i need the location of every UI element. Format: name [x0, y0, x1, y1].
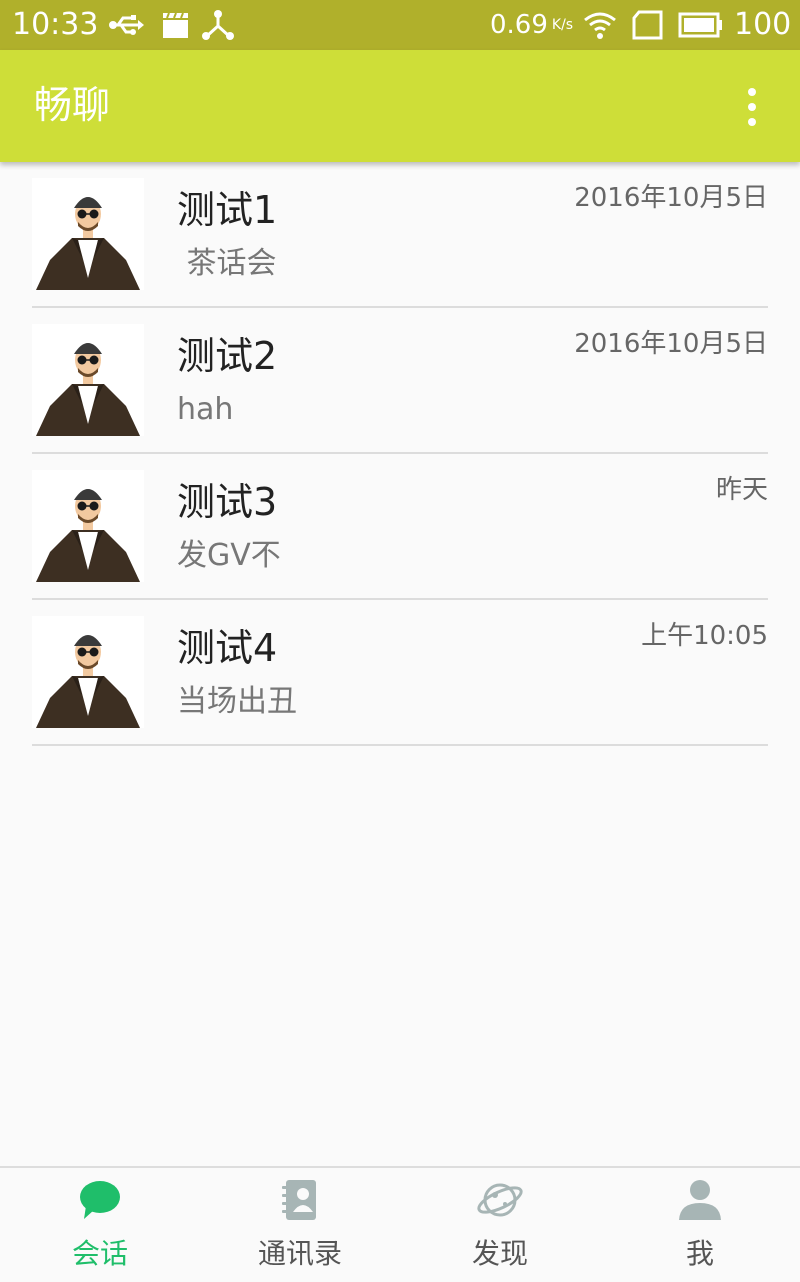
status-bar: 10:33 0.69 K/s 100 — [0, 0, 800, 50]
sim-card-icon — [632, 10, 663, 40]
usb-icon — [109, 15, 144, 35]
conversation-preview: 茶话会 — [177, 246, 277, 281]
app-title: 畅聊 — [34, 83, 111, 127]
person-icon — [679, 1180, 721, 1220]
conversation-time: 2016年10月5日 — [574, 183, 768, 213]
nav-label: 我 — [685, 1237, 714, 1270]
contacts-book-icon — [282, 1180, 316, 1220]
conversation-name: 测试4 — [177, 626, 278, 670]
bottom-navigation: 会话 通讯录 发现 我 — [0, 1166, 800, 1282]
nav-item-me[interactable]: 我 — [600, 1168, 800, 1282]
conversation-name: 测试3 — [177, 480, 278, 524]
app-bar: 畅聊 — [0, 50, 800, 162]
overflow-menu-button[interactable] — [730, 80, 774, 136]
more-vertical-icon — [748, 88, 756, 126]
conversation-preview: hah — [177, 392, 234, 427]
wifi-icon — [584, 12, 616, 39]
clapper-icon — [163, 12, 188, 38]
conversation-item[interactable]: 测试3 发GV不 昨天 — [0, 454, 800, 600]
conversation-preview: 发GV不 — [177, 538, 281, 573]
nav-label: 发现 — [471, 1237, 528, 1270]
nav-label: 会话 — [71, 1237, 128, 1270]
avatar — [32, 178, 144, 290]
conversation-name: 测试2 — [177, 334, 278, 378]
network-speed-unit: K/s — [551, 17, 574, 33]
conversation-item[interactable]: 测试1 茶话会 2016年10月5日 — [0, 162, 800, 308]
nav-item-discover[interactable]: 发现 — [400, 1168, 600, 1282]
nav-item-chats[interactable]: 会话 — [0, 1168, 200, 1282]
conversation-item[interactable]: 测试4 当场出丑 上午10:05 — [0, 600, 800, 746]
avatar — [32, 324, 144, 436]
nav-label: 通讯录 — [257, 1237, 342, 1270]
conversation-list: 测试1 茶话会 2016年10月5日 测试2 hah 2016年10月5日 测试… — [0, 162, 800, 746]
conversation-time: 上午10:05 — [641, 621, 768, 651]
conversation-item[interactable]: 测试2 hah 2016年10月5日 — [0, 308, 800, 454]
avatar-illustration — [36, 489, 140, 582]
avatar-illustration — [36, 197, 140, 290]
share-hub-icon — [202, 10, 234, 40]
battery-icon — [678, 12, 722, 38]
conversation-time: 2016年10月5日 — [574, 329, 768, 359]
status-time: 10:33 — [12, 7, 99, 42]
avatar — [32, 470, 144, 582]
avatar-illustration — [36, 343, 140, 436]
conversation-preview: 当场出丑 — [177, 684, 297, 719]
divider — [32, 744, 768, 746]
avatar-illustration — [36, 635, 140, 728]
battery-level: 100 — [734, 7, 792, 42]
conversation-time: 昨天 — [715, 475, 768, 505]
network-speed: 0.69 K/s — [490, 10, 574, 40]
conversation-name: 测试1 — [177, 188, 278, 232]
nav-item-contacts[interactable]: 通讯录 — [200, 1168, 400, 1282]
avatar — [32, 616, 144, 728]
planet-icon — [477, 1183, 523, 1217]
chat-bubble-icon — [80, 1181, 120, 1219]
